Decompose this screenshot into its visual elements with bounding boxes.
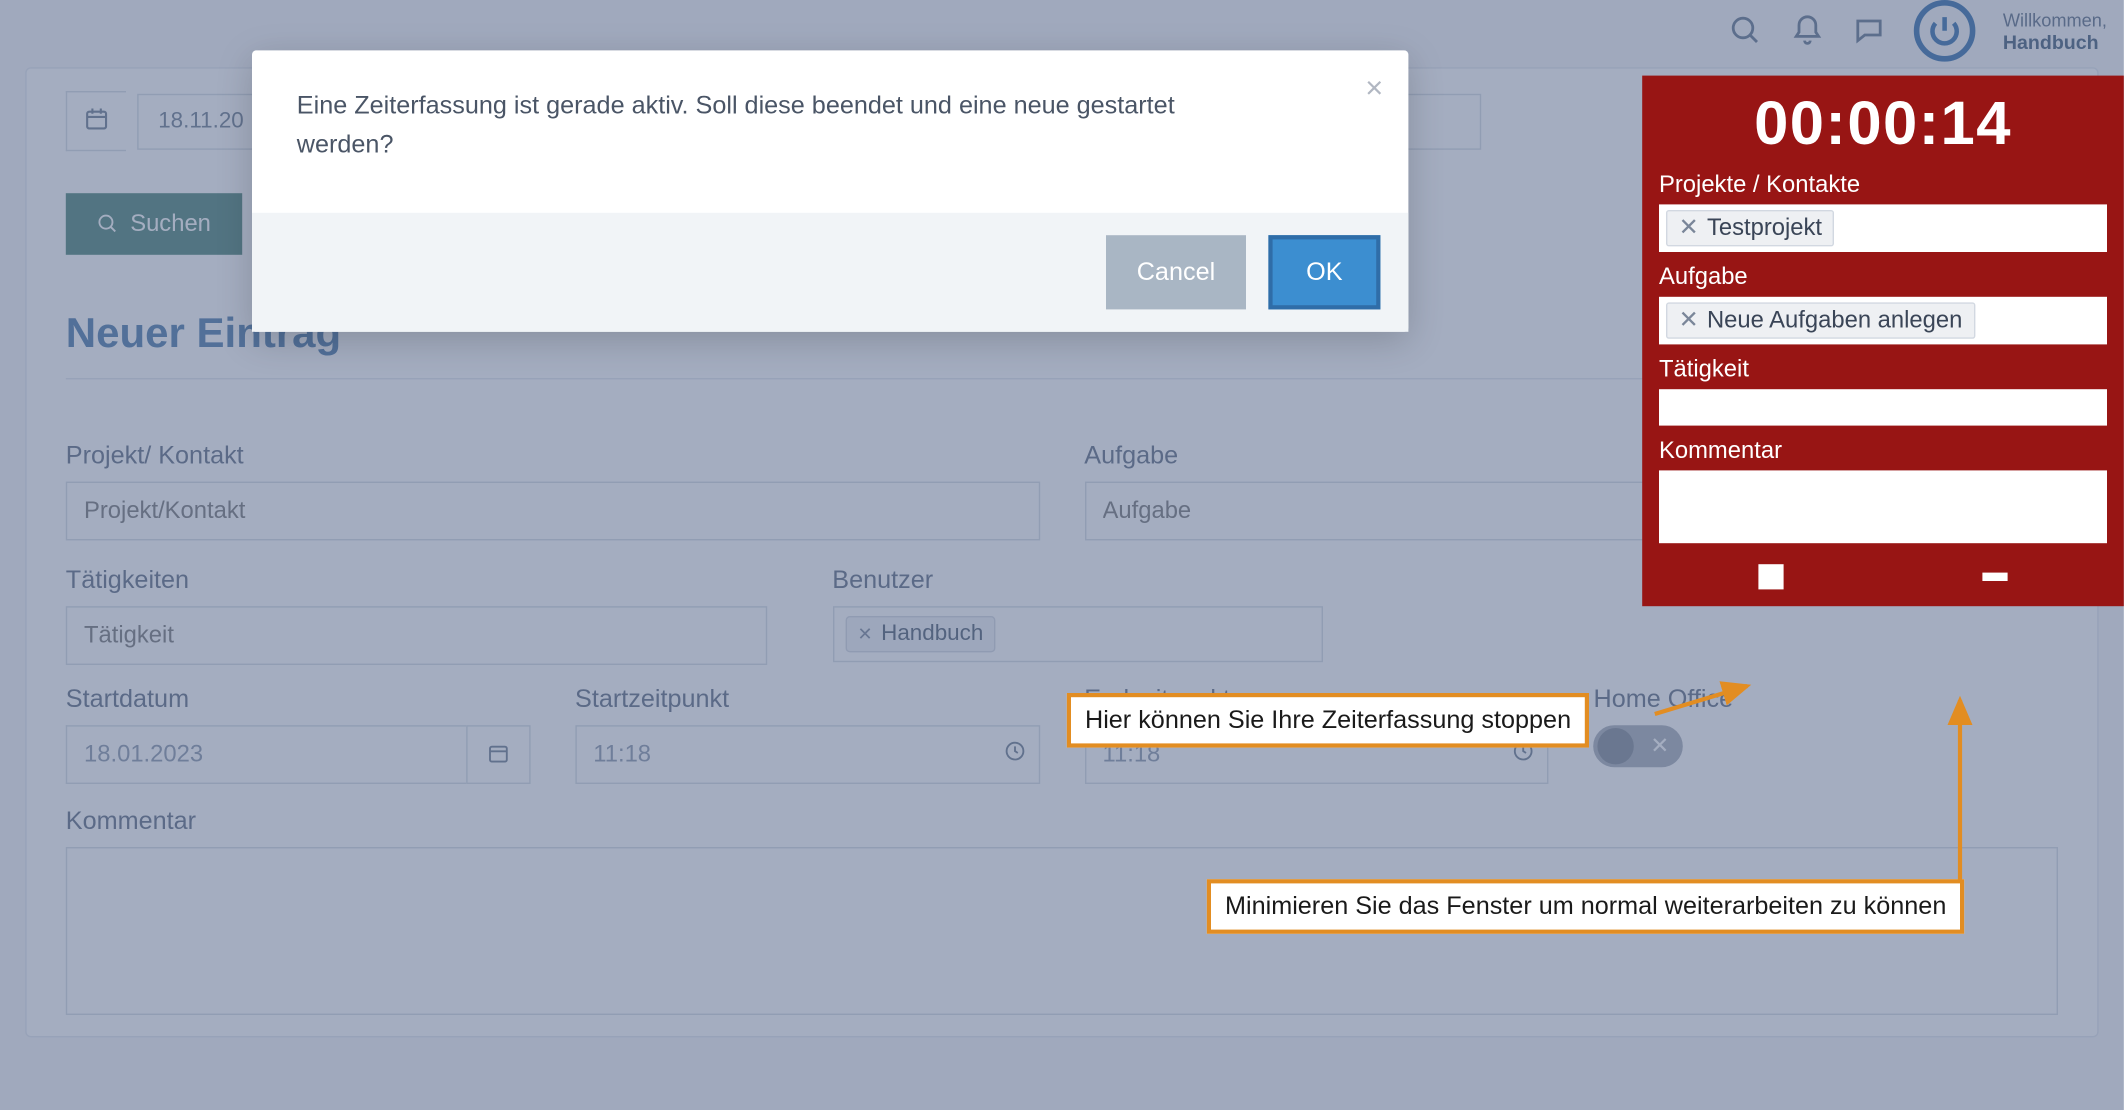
timer-task-input[interactable]: ✕ Neue Aufgaben anlegen bbox=[1659, 297, 2107, 345]
close-icon[interactable]: ✕ bbox=[1679, 307, 1699, 335]
timer-label-comment: Kommentar bbox=[1659, 437, 2107, 465]
timer-project-input[interactable]: ✕ Testprojekt bbox=[1659, 204, 2107, 252]
timer-activity-input[interactable] bbox=[1659, 389, 2107, 425]
dialog-close-button[interactable]: × bbox=[1365, 70, 1383, 106]
timer-project-tag[interactable]: ✕ Testprojekt bbox=[1666, 210, 1835, 246]
timer-stop-button[interactable] bbox=[1758, 564, 1783, 589]
ok-button[interactable]: OK bbox=[1268, 235, 1380, 309]
annotation-minimize: Minimieren Sie das Fenster um normal wei… bbox=[1207, 879, 1965, 934]
timer-task-tag-label: Neue Aufgaben anlegen bbox=[1707, 307, 1962, 335]
confirm-dialog: × Eine Zeiterfassung ist gerade aktiv. S… bbox=[252, 50, 1408, 331]
timer-label-projects: Projekte / Kontakte bbox=[1659, 171, 2107, 199]
timer-label-task: Aufgabe bbox=[1659, 263, 2107, 291]
dialog-message: Eine Zeiterfassung ist gerade aktiv. Sol… bbox=[297, 87, 1249, 165]
timer-task-tag[interactable]: ✕ Neue Aufgaben anlegen bbox=[1666, 302, 1975, 338]
timer-panel: 00:00:14 Projekte / Kontakte ✕ Testproje… bbox=[1642, 76, 2124, 607]
timer-label-activity: Tätigkeit bbox=[1659, 356, 2107, 384]
timer-comment-textarea[interactable] bbox=[1659, 470, 2107, 543]
close-icon[interactable]: ✕ bbox=[1679, 214, 1699, 242]
timer-project-tag-label: Testprojekt bbox=[1707, 214, 1822, 242]
timer-minimize-button[interactable] bbox=[1982, 573, 2007, 581]
annotation-stop: Hier können Sie Ihre Zeiterfassung stopp… bbox=[1067, 693, 1589, 748]
cancel-button[interactable]: Cancel bbox=[1106, 235, 1246, 309]
timer-display: 00:00:14 bbox=[1659, 90, 2107, 160]
